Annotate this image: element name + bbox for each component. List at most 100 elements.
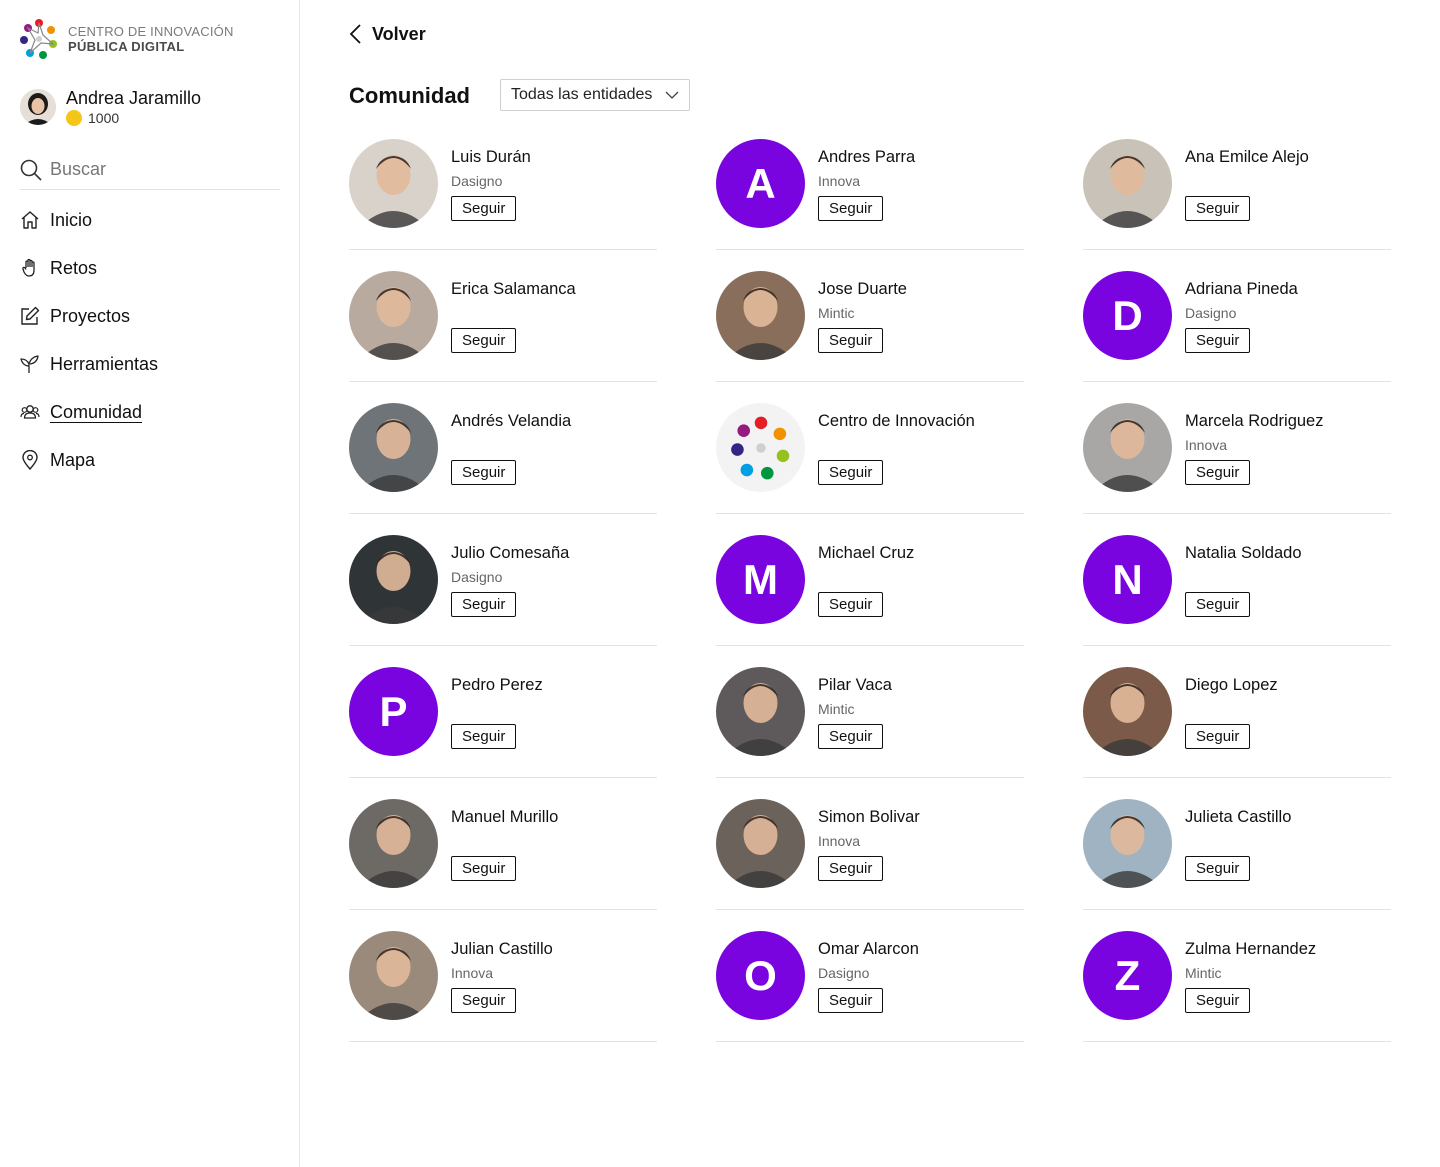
follow-button[interactable]: Seguir	[451, 592, 517, 617]
nav-item-comunidad[interactable]: Comunidad	[20, 388, 158, 436]
follow-button[interactable]: Seguir	[1185, 460, 1251, 485]
follow-button[interactable]: Seguir	[818, 460, 884, 485]
nav-label: Inicio	[50, 209, 93, 230]
member-entity: Mintic	[818, 305, 855, 321]
home-icon	[21, 211, 39, 229]
avatar[interactable]	[349, 403, 438, 492]
nav-item-retos[interactable]: Retos	[20, 244, 158, 292]
avatar[interactable]	[1083, 139, 1172, 228]
page-title: Comunidad	[349, 83, 470, 108]
member-name[interactable]: Natalia Soldado	[1185, 544, 1302, 563]
avatar[interactable]: D	[1083, 271, 1172, 360]
member-name[interactable]: Jose Duarte	[818, 280, 907, 299]
member-name[interactable]: Marcela Rodriguez	[1185, 412, 1323, 431]
member-name[interactable]: Julian Castillo	[451, 940, 553, 959]
nav-item-inicio[interactable]: Inicio	[20, 196, 158, 244]
avatar[interactable]	[349, 535, 438, 624]
avatar[interactable]	[349, 931, 438, 1020]
coin-count: 1000	[88, 110, 120, 126]
search-input[interactable]	[50, 159, 250, 180]
org-logo-icon	[730, 416, 789, 479]
follow-button[interactable]: Seguir	[1185, 328, 1251, 353]
avatar[interactable]	[349, 799, 438, 888]
member-info: Manuel Murillo Seguir	[451, 799, 651, 888]
member-name[interactable]: Erica Salamanca	[451, 280, 576, 299]
search-bar	[20, 150, 280, 190]
follow-button[interactable]: Seguir	[818, 328, 884, 353]
follow-button[interactable]: Seguir	[451, 856, 517, 881]
member-name[interactable]: Andrés Velandia	[451, 412, 571, 431]
follow-button[interactable]: Seguir	[818, 724, 884, 749]
follow-button[interactable]: Seguir	[818, 988, 884, 1013]
member-info: Marcela Rodriguez Innova Seguir	[1185, 403, 1385, 492]
avatar[interactable]	[349, 139, 438, 228]
user-profile[interactable]: Andrea Jaramillo 1000	[20, 87, 201, 126]
avatar[interactable]	[1083, 799, 1172, 888]
member-info: Julieta Castillo Seguir	[1185, 799, 1385, 888]
follow-button[interactable]: Seguir	[451, 724, 517, 749]
member-entity: Innova	[451, 965, 494, 981]
member-name[interactable]: Diego Lopez	[1185, 676, 1278, 695]
member-info: Erica Salamanca Seguir	[451, 271, 651, 360]
avatar[interactable]	[1083, 667, 1172, 756]
people-icon	[20, 405, 40, 419]
member-name[interactable]: Luis Durán	[451, 148, 531, 167]
follow-button[interactable]: Seguir	[1185, 592, 1251, 617]
member-name[interactable]: Julieta Castillo	[1185, 808, 1291, 827]
brand-logo[interactable]: CENTRO DE INNOVACIÓN PÚBLICA DIGITAL	[20, 18, 234, 60]
member-name[interactable]: Michael Cruz	[818, 544, 914, 563]
profile-photo-icon	[1083, 799, 1172, 888]
follow-button[interactable]: Seguir	[818, 856, 884, 881]
member-name[interactable]: Adriana Pineda	[1185, 280, 1298, 299]
member-info: Centro de Innovación Seguir	[818, 403, 1018, 492]
nav-item-mapa[interactable]: Mapa	[20, 436, 158, 484]
follow-button[interactable]: Seguir	[1185, 196, 1251, 221]
member-name[interactable]: Pilar Vaca	[818, 676, 892, 695]
member-name[interactable]: Simon Bolivar	[818, 808, 920, 827]
member-name[interactable]: Julio Comesaña	[451, 544, 569, 563]
follow-button[interactable]: Seguir	[451, 460, 517, 485]
follow-button[interactable]: Seguir	[451, 988, 517, 1013]
avatar[interactable]: O	[716, 931, 805, 1020]
follow-button[interactable]: Seguir	[451, 328, 517, 353]
member-card: Diego Lopez Seguir	[1083, 667, 1391, 799]
profile-photo-icon	[716, 667, 805, 756]
nav-item-herramientas[interactable]: Herramientas	[20, 340, 158, 388]
avatar[interactable]	[716, 271, 805, 360]
back-button[interactable]: Volver	[348, 22, 426, 46]
avatar[interactable]	[716, 667, 805, 756]
entity-filter-select[interactable]: Todas las entidades	[500, 79, 690, 111]
member-name[interactable]: Andres Parra	[818, 148, 915, 167]
avatar[interactable]: M	[716, 535, 805, 624]
avatar[interactable]	[716, 403, 805, 492]
member-entity: Dasigno	[1185, 305, 1237, 321]
avatar[interactable]: N	[1083, 535, 1172, 624]
avatar[interactable]	[716, 799, 805, 888]
follow-button[interactable]: Seguir	[1185, 856, 1251, 881]
avatar[interactable]: Z	[1083, 931, 1172, 1020]
search-icon[interactable]	[20, 159, 42, 181]
profile-photo-icon	[349, 799, 438, 888]
follow-button[interactable]: Seguir	[818, 196, 884, 221]
avatar[interactable]	[20, 88, 56, 125]
avatar[interactable]	[1083, 403, 1172, 492]
avatar-initial: N	[1112, 555, 1143, 603]
member-name[interactable]: Zulma Hernandez	[1185, 940, 1316, 959]
follow-button[interactable]: Seguir	[1185, 724, 1251, 749]
member-name[interactable]: Omar Alarcon	[818, 940, 919, 959]
member-name[interactable]: Ana Emilce Alejo	[1185, 148, 1309, 167]
avatar[interactable]: P	[349, 667, 438, 756]
avatar[interactable]: A	[716, 139, 805, 228]
member-name[interactable]: Pedro Perez	[451, 676, 543, 695]
nav-label: Retos	[50, 257, 98, 278]
avatar[interactable]	[349, 271, 438, 360]
follow-button[interactable]: Seguir	[451, 196, 517, 221]
member-card: D Adriana Pineda Dasigno Seguir	[1083, 271, 1391, 403]
nav-item-proyectos[interactable]: Proyectos	[20, 292, 158, 340]
avatar-initial: M	[743, 555, 778, 603]
follow-button[interactable]: Seguir	[1185, 988, 1251, 1013]
member-info: Julio Comesaña Dasigno Seguir	[451, 535, 651, 624]
member-name[interactable]: Centro de Innovación	[818, 412, 975, 431]
member-name[interactable]: Manuel Murillo	[451, 808, 558, 827]
follow-button[interactable]: Seguir	[818, 592, 884, 617]
